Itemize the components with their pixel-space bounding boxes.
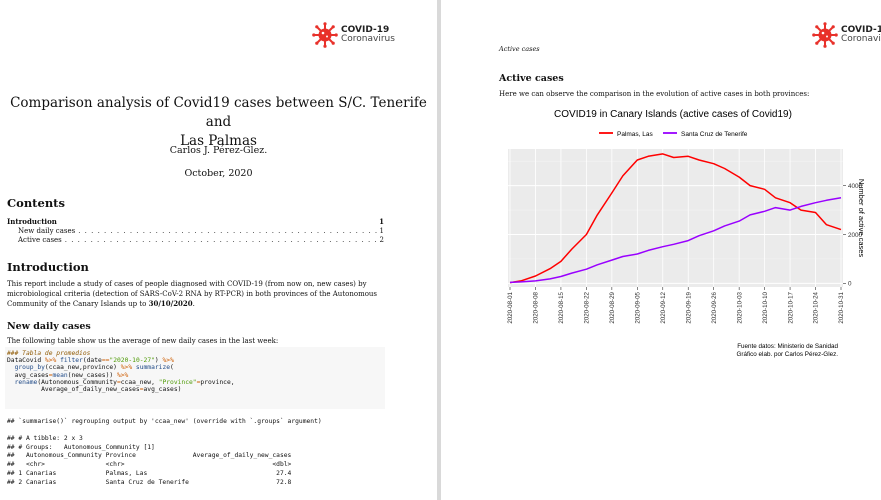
toc-page: 2 bbox=[379, 236, 384, 244]
toc-page: 1 bbox=[379, 227, 384, 235]
covid-logo: COVID-19 Coronavirus bbox=[812, 22, 881, 48]
toc-item-active-cases[interactable]: Active cases 2 bbox=[18, 236, 384, 244]
running-header: Active cases bbox=[499, 45, 540, 53]
x-tick-label: 2020-08-29 bbox=[609, 291, 616, 323]
legend-label-tenerife: Santa Cruz de Tenerife bbox=[681, 131, 748, 138]
title-line-1: Comparison analysis of Covid19 cases bet… bbox=[10, 95, 427, 130]
summarise-message: ## `summarise()` regrouping output by 'c… bbox=[7, 418, 322, 425]
x-tick-label: 2020-10-31 bbox=[838, 291, 845, 323]
plot-panel bbox=[508, 149, 843, 287]
intro-end: . bbox=[192, 300, 195, 308]
new-daily-cases-text: The following table show us the average … bbox=[7, 337, 279, 345]
output-row-2: ## 2 Canarias Santa Cruz de Tenerife 72.… bbox=[7, 479, 292, 486]
introduction-text: This report include a study of cases of … bbox=[7, 280, 387, 310]
logo-subtitle: Coronavirus bbox=[841, 34, 881, 44]
contents-heading: Contents bbox=[7, 196, 65, 210]
output-line-1: ## # A tibble: 2 x 3 bbox=[7, 435, 83, 442]
x-tick-label: 2020-10-17 bbox=[787, 291, 794, 323]
intro-date: 30/10/2020 bbox=[148, 299, 193, 308]
x-tick-label: 2020-10-24 bbox=[813, 291, 820, 323]
output-line-2: ## # Groups: Autonomous_Community [1] bbox=[7, 444, 155, 451]
right-page: COVID-19 Coronavirus Active cases Active… bbox=[441, 0, 881, 500]
toc-item-new-daily-cases[interactable]: New daily cases 1 bbox=[18, 227, 384, 235]
document-date: October, 2020 bbox=[184, 168, 253, 179]
toc-label: Introduction bbox=[7, 217, 57, 226]
output-types: ## <chr> <chr> <dbl> bbox=[7, 461, 292, 468]
toc-page: 1 bbox=[379, 217, 384, 226]
chart-legend: Palmas, Las Santa Cruz de Tenerife bbox=[599, 131, 748, 138]
author: Carlos J. Pérez-Glez. bbox=[169, 145, 268, 156]
x-tick-label: 2020-09-05 bbox=[635, 291, 642, 323]
x-tick-label: 2020-08-01 bbox=[507, 291, 514, 323]
active-cases-text: Here we can observe the comparison in th… bbox=[499, 90, 810, 98]
chart-title: COVID19 in Canary Islands (active cases … bbox=[554, 109, 792, 120]
source-caption: Fuente datos: Ministerio de Sanidad bbox=[737, 343, 838, 350]
logo-subtitle: Coronavirus bbox=[341, 34, 395, 44]
x-tick-label: 2020-08-15 bbox=[558, 291, 565, 323]
virus-icon bbox=[312, 22, 338, 48]
virus-icon bbox=[812, 22, 838, 48]
left-page: COVID-19 Coronavirus Comparison analysis… bbox=[0, 0, 437, 500]
x-tick-label: 2020-09-12 bbox=[660, 291, 667, 323]
code-text: ### Tabla de promedios DataCovid %>% fil… bbox=[7, 350, 235, 394]
x-tick-label: 2020-09-26 bbox=[711, 291, 718, 323]
active-cases-chart: COVID19 in Canary Islands (active cases … bbox=[507, 109, 866, 358]
toc-label: Active cases bbox=[18, 236, 62, 244]
new-daily-cases-heading: New daily cases bbox=[7, 321, 91, 332]
covid-logo: COVID-19 Coronavirus bbox=[312, 22, 395, 48]
x-axis: 2020-08-01 2020-08-08 2020-08-15 2020-08-22… bbox=[507, 287, 845, 324]
x-tick-label: 2020-08-22 bbox=[584, 291, 591, 323]
x-tick-label: 2020-08-08 bbox=[533, 291, 540, 323]
y-tick-label: 0 bbox=[848, 281, 852, 288]
x-tick-label: 2020-10-03 bbox=[736, 291, 743, 323]
output-header: ## Autonomous_Community Province Average… bbox=[7, 452, 292, 459]
document-title: Comparison analysis of Covid19 cases bet… bbox=[0, 94, 437, 151]
toc-item-introduction[interactable]: Introduction 1 bbox=[7, 217, 384, 226]
x-tick-label: 2020-09-19 bbox=[685, 291, 692, 323]
output-row-1: ## 1 Canarias Palmas, Las 27.4 bbox=[7, 470, 292, 477]
introduction-heading: Introduction bbox=[7, 260, 89, 274]
toc-label: New daily cases bbox=[18, 227, 76, 235]
active-cases-heading: Active cases bbox=[499, 73, 564, 84]
x-tick-label: 2020-10-10 bbox=[762, 291, 769, 323]
legend-label-palmas: Palmas, Las bbox=[617, 131, 654, 138]
y-axis-label: Number of active cases bbox=[857, 179, 866, 258]
author-caption: Gráfico elab. por Carlos Pérez-Glez. bbox=[737, 351, 839, 358]
